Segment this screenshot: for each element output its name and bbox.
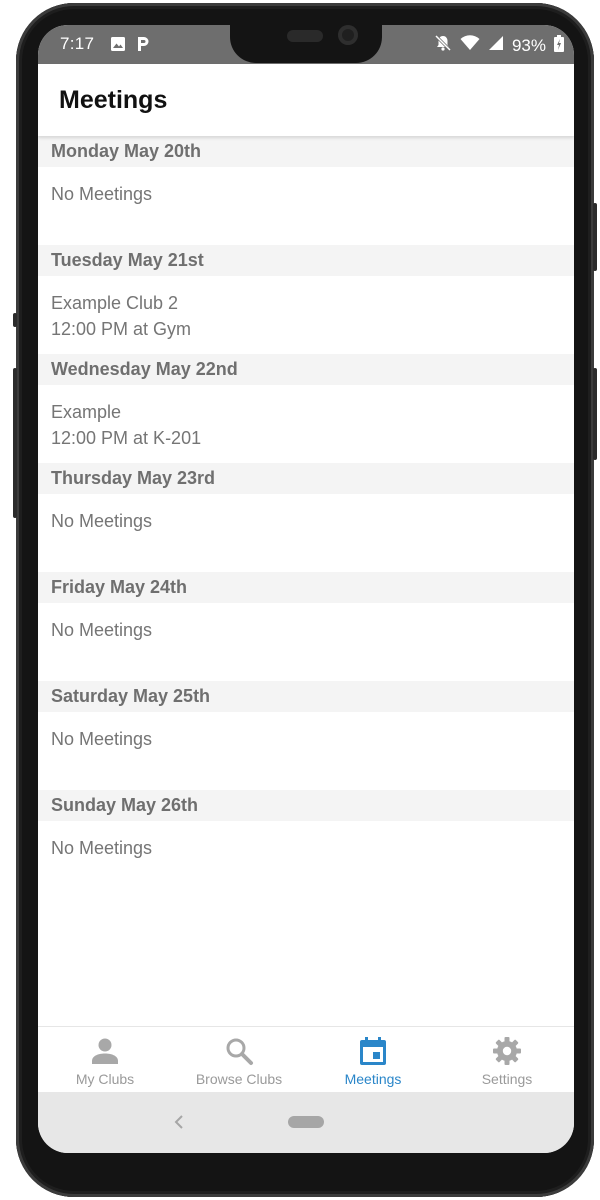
day-section: Sunday May 26th No Meetings	[38, 790, 574, 899]
p-app-icon	[136, 36, 150, 57]
meeting-text: No Meetings	[51, 838, 153, 858]
nav-label: Settings	[481, 1071, 533, 1087]
day-body: No Meetings	[38, 494, 574, 572]
calendar-icon	[360, 1037, 386, 1065]
day-section: Tuesday May 21st Example Club 2 12:00 PM…	[38, 245, 574, 354]
screen: 7:17 93% Meetings Monday May 20th No Mee…	[38, 25, 574, 1153]
meeting-text: No Meetings	[51, 511, 153, 531]
battery-icon	[554, 34, 564, 57]
nav-label: My Clubs	[75, 1071, 135, 1087]
phone-alert-slider	[593, 368, 597, 460]
system-nav-bar	[38, 1092, 574, 1153]
meetings-list: Monday May 20th No Meetings Tuesday May …	[38, 136, 574, 899]
status-time: 7:17	[60, 34, 95, 53]
app-header: Meetings	[38, 64, 574, 136]
phone-power-button	[593, 203, 597, 271]
day-header: Tuesday May 21st	[38, 245, 574, 276]
day-section: Saturday May 25th No Meetings	[38, 681, 574, 790]
nav-label: Browse Clubs	[195, 1071, 283, 1087]
signal-icon	[488, 35, 504, 56]
day-header: Saturday May 25th	[38, 681, 574, 712]
nav-label: Meetings	[344, 1071, 402, 1087]
meeting-time-location: 12:00 PM at Gym	[51, 319, 192, 339]
phone-volume-button	[13, 368, 17, 518]
day-section: Thursday May 23rd No Meetings	[38, 463, 574, 572]
meeting-time-location: 12:00 PM at K-201	[51, 428, 202, 448]
gear-icon	[493, 1037, 521, 1065]
meeting-item[interactable]: Example Club 2 12:00 PM at Gym	[38, 276, 574, 354]
wifi-icon	[460, 35, 480, 56]
day-section: Monday May 20th No Meetings	[38, 136, 574, 245]
day-header: Thursday May 23rd	[38, 463, 574, 494]
back-chevron-icon[interactable]	[169, 1110, 189, 1134]
meeting-text: No Meetings	[51, 620, 153, 640]
earpiece-speaker	[287, 30, 323, 42]
day-header: Monday May 20th	[38, 136, 574, 167]
day-body: No Meetings	[38, 712, 574, 790]
meeting-item[interactable]: Example 12:00 PM at K-201	[38, 385, 574, 463]
search-icon	[226, 1038, 253, 1065]
front-camera	[338, 25, 358, 45]
status-bar: 7:17 93%	[38, 25, 574, 64]
battery-level-text: 93%	[511, 35, 546, 55]
meeting-text: No Meetings	[51, 729, 153, 749]
meeting-club-name: Example	[51, 402, 122, 422]
day-header: Wednesday May 22nd	[38, 354, 574, 385]
day-body: No Meetings	[38, 821, 574, 899]
home-pill-button[interactable]	[288, 1116, 324, 1128]
person-icon	[92, 1038, 118, 1064]
day-section: Friday May 24th No Meetings	[38, 572, 574, 681]
meeting-text: No Meetings	[51, 184, 153, 204]
nav-my-clubs[interactable]: My Clubs	[38, 1027, 172, 1093]
nav-browse-clubs[interactable]: Browse Clubs	[172, 1027, 306, 1093]
bottom-nav: My Clubs Browse Clubs Meetings Settings	[38, 1026, 574, 1093]
phone-side-button	[13, 313, 17, 327]
day-header: Friday May 24th	[38, 572, 574, 603]
notifications-off-icon	[434, 34, 452, 57]
day-section: Wednesday May 22nd Example 12:00 PM at K…	[38, 354, 574, 463]
day-body: No Meetings	[38, 167, 574, 245]
day-header: Sunday May 26th	[38, 790, 574, 821]
nav-settings[interactable]: Settings	[440, 1027, 574, 1093]
meeting-club-name: Example Club 2	[51, 293, 179, 313]
image-icon	[110, 36, 126, 57]
page-title: Meetings	[59, 86, 168, 114]
day-body: No Meetings	[38, 603, 574, 681]
nav-meetings[interactable]: Meetings	[306, 1027, 440, 1093]
camera-notch	[230, 25, 382, 63]
